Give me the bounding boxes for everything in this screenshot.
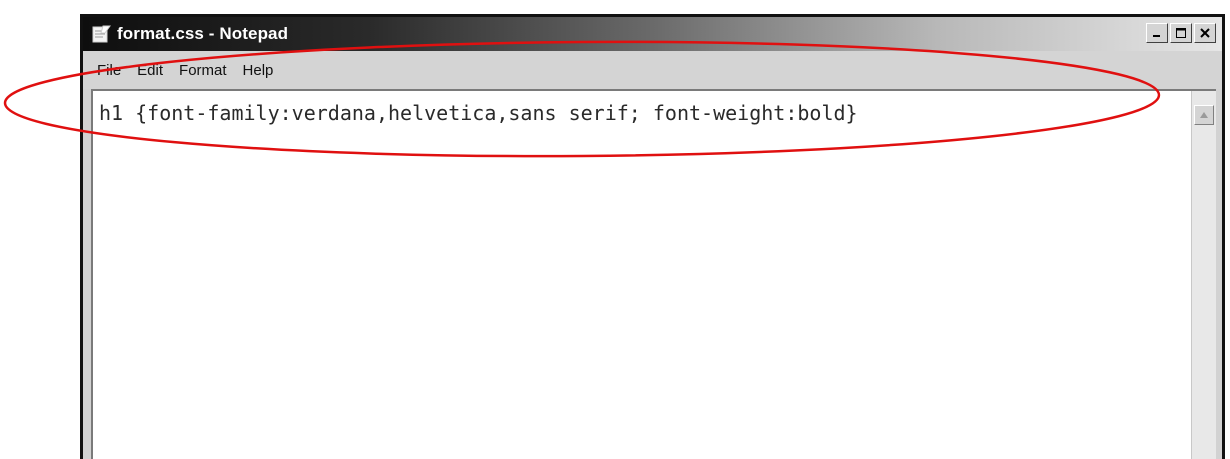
maximize-button[interactable]	[1170, 23, 1192, 43]
scroll-up-button[interactable]	[1194, 105, 1214, 125]
editor-content[interactable]: h1 {font-family:verdana,helvetica,sans s…	[99, 101, 858, 125]
scroll-up-arrow-icon	[1200, 112, 1208, 118]
screenshot-stage: format.css - Notepad File Edit Format He…	[0, 0, 1230, 459]
menu-bar: File Edit Format Help	[83, 51, 1222, 89]
notepad-app-icon	[92, 25, 111, 43]
close-icon	[1200, 28, 1210, 38]
text-editor-area[interactable]: h1 {font-family:verdana,helvetica,sans s…	[91, 89, 1216, 459]
window-title: format.css - Notepad	[117, 24, 289, 43]
vertical-scrollbar[interactable]	[1191, 91, 1216, 459]
close-button[interactable]	[1194, 23, 1216, 43]
minimize-icon	[1153, 35, 1160, 37]
menu-item-help[interactable]: Help	[243, 62, 274, 79]
notepad-window: format.css - Notepad File Edit Format He…	[80, 14, 1225, 459]
window-controls	[1146, 23, 1216, 43]
title-bar[interactable]: format.css - Notepad	[83, 17, 1222, 51]
menu-item-edit[interactable]: Edit	[137, 62, 163, 79]
maximize-icon	[1176, 28, 1186, 38]
menu-item-format[interactable]: Format	[179, 62, 227, 79]
menu-item-file[interactable]: File	[97, 62, 121, 79]
minimize-button[interactable]	[1146, 23, 1168, 43]
